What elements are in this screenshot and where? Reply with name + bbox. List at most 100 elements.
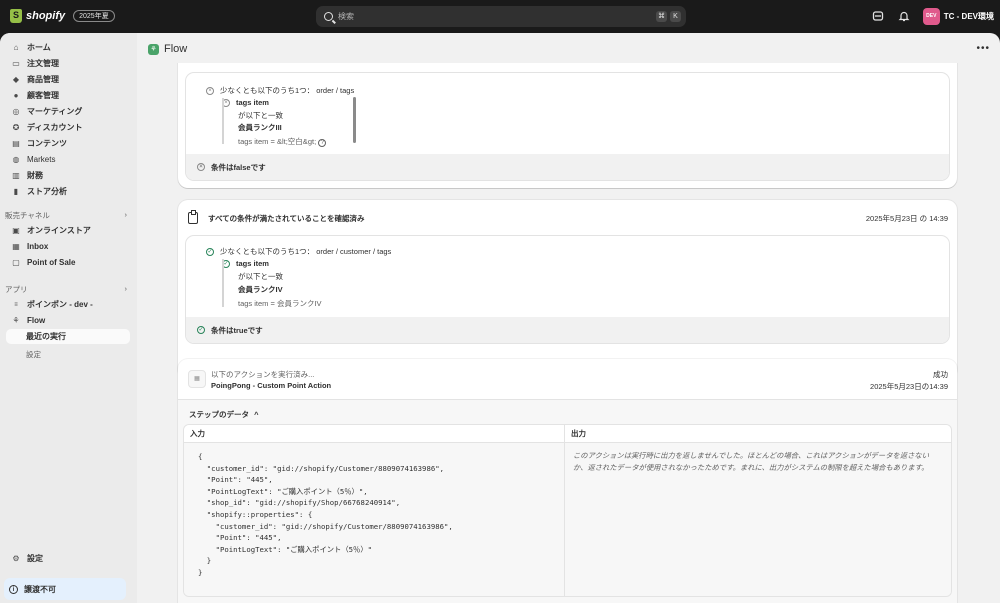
- action-name: PoingPong - Custom Point Action: [211, 381, 332, 390]
- output-header: 出力: [565, 425, 951, 443]
- store-switch-icon[interactable]: [871, 10, 885, 24]
- inbox-icon: ▭: [12, 59, 20, 68]
- condition-card-true: すべての条件が満たされていることを確認済み 2025年5月23日 の 14:39…: [178, 200, 957, 379]
- info-icon: i: [9, 584, 18, 594]
- sidebar-item-orders[interactable]: ▭ 注文管理: [6, 56, 130, 71]
- discount-icon: ✪: [12, 123, 20, 132]
- condition-nested-line: [222, 98, 238, 144]
- chat-icon: ▦: [12, 242, 20, 251]
- globe-icon: ◍: [12, 155, 20, 164]
- sidebar-item-pos[interactable]: ▢ Point of Sale: [6, 255, 130, 270]
- card-header: すべての条件が満たされていることを確認済み: [188, 210, 365, 224]
- shortcut-k-key: K: [670, 11, 681, 22]
- sidebar-item-label: 財務: [27, 171, 43, 180]
- condition-result-text: 条件はfalseです: [211, 162, 266, 172]
- condition-operator: が以下と一致: [238, 111, 283, 120]
- sidebar-item-flow-settings[interactable]: 設定: [26, 349, 41, 360]
- search-bar[interactable]: 検索 ⌘ K: [316, 6, 686, 27]
- sidebar-item-label: 注文管理: [27, 59, 59, 68]
- sidebar-item-content[interactable]: ▤ コンテンツ: [6, 136, 130, 151]
- condition-operator: が以下と一致: [238, 272, 283, 281]
- sidebar-item-label: オンラインストア: [27, 226, 91, 235]
- content-icon: ▤: [12, 139, 20, 148]
- card-timestamp: 2025年5月23日 の 14:39: [865, 214, 948, 223]
- section-title: アプリ: [5, 285, 28, 294]
- section-title: 販売チャネル: [5, 211, 50, 220]
- sidebar-item-inbox[interactable]: ▦ Inbox: [6, 239, 130, 254]
- bell-icon[interactable]: [897, 10, 911, 24]
- app-icon: ≡: [14, 301, 18, 308]
- brand-name: shopify: [26, 10, 66, 22]
- sidebar-item-finance[interactable]: ▥ 財務: [6, 168, 130, 183]
- more-actions-icon[interactable]: •••: [976, 43, 990, 54]
- x-circle-icon: ×: [206, 86, 214, 95]
- x-circle-icon: ×: [197, 163, 205, 171]
- sidebar-item-label: Inbox: [27, 242, 49, 251]
- condition-result-false: × 条件はfalseです: [186, 154, 949, 180]
- apps-header[interactable]: アプリ ›: [5, 284, 127, 295]
- shortcut-cmd-key: ⌘: [656, 11, 667, 22]
- step-data-toggle[interactable]: ステップのデータ ^: [189, 409, 258, 420]
- condition-result-true: ✓ 条件はtrueです: [186, 317, 949, 343]
- edition-badge: 2025年夏: [73, 10, 115, 22]
- condition-value: 会員ランクIII: [238, 123, 282, 132]
- page-header: ⚘ Flow: [148, 43, 187, 55]
- condition-card-false: × 少なくとも以下のうち1つ： order / tags × tags item…: [178, 63, 957, 188]
- condition-group-false: × 少なくとも以下のうち1つ： order / tags × tags item…: [186, 73, 949, 180]
- flow-icon: ⚘: [12, 316, 20, 325]
- step-io-box: 入力 出力 { "customer_id": "gid://shopify/Cu…: [183, 424, 952, 597]
- sidebar-item-label: Point of Sale: [27, 258, 76, 267]
- condition-expression: tags item = &lt;空白&gt; ?: [238, 136, 327, 147]
- sidebar-item-recent-runs[interactable]: 最近の実行: [6, 329, 130, 344]
- sidebar-item-settings[interactable]: ⚙ 設定: [6, 551, 130, 566]
- action-timestamp: 2025年5月23日の14:39: [870, 382, 948, 391]
- gear-icon: ⚙: [12, 554, 20, 563]
- flow-app-icon: ⚘: [148, 43, 159, 55]
- person-icon: ●: [13, 91, 19, 100]
- target-icon: ◎: [12, 107, 20, 116]
- condition-heading: ✓ 少なくとも以下のうち1つ： order / customer / tags: [206, 246, 391, 257]
- chevron-right-icon: ›: [124, 210, 128, 219]
- shopify-logo[interactable]: shopify 2025年夏: [10, 9, 115, 23]
- sidebar-item-label: ストア分析: [27, 187, 67, 196]
- condition-heading-text: 少なくとも以下のうち1つ： order / tags: [220, 86, 355, 95]
- sidebar-item-customers[interactable]: ● 顧客管理: [6, 88, 130, 103]
- card-title: すべての条件が満たされていることを確認済み: [208, 213, 365, 223]
- home-icon: ⌂: [13, 43, 19, 52]
- condition-item-title: tags item: [236, 98, 269, 107]
- input-header: 入力: [184, 425, 565, 443]
- app-placeholder-icon: ▦: [188, 370, 206, 388]
- nested-scrollbar[interactable]: [353, 97, 356, 143]
- sidebar-item-label: 商品管理: [27, 75, 59, 84]
- sidebar-item-label: 設定: [27, 554, 43, 563]
- sidebar-item-home[interactable]: ⌂ ホーム: [6, 40, 130, 55]
- search-icon: [324, 12, 333, 21]
- sidebar-item-flow[interactable]: ⚘ Flow: [6, 313, 130, 328]
- condition-expression-text: tags item = &lt;空白&gt;: [238, 137, 317, 146]
- condition-group-true: ✓ 少なくとも以下のうち1つ： order / customer / tags …: [186, 236, 949, 343]
- check-circle-icon: ✓: [206, 247, 214, 256]
- condition-nested-line: [222, 259, 238, 307]
- sales-channels-header[interactable]: 販売チャネル ›: [5, 210, 127, 221]
- sidebar-item-discounts[interactable]: ✪ ディスカウント: [6, 120, 130, 135]
- action-subtitle: 以下のアクションを実行済み...: [211, 370, 315, 379]
- sidebar-item-label: マーケティング: [27, 107, 83, 116]
- help-circle-icon[interactable]: ?: [318, 139, 327, 147]
- sidebar-item-markets[interactable]: ◍ Markets: [6, 152, 130, 167]
- sidebar-item-app-poinpon[interactable]: ≡ ポインポン - dev -: [6, 297, 130, 312]
- store-avatar[interactable]: DEV: [922, 8, 940, 25]
- sidebar-item-products[interactable]: ◆ 商品管理: [6, 72, 130, 87]
- sidebar-item-label: 顧客管理: [27, 91, 59, 100]
- sidebar-item-label: コンテンツ: [27, 139, 67, 148]
- action-card: ▦ 以下のアクションを実行済み... PoingPong - Custom Po…: [178, 359, 957, 603]
- clipboard-check-icon: [188, 210, 198, 224]
- condition-item-title: tags item: [236, 259, 269, 268]
- sidebar-item-marketing[interactable]: ◎ マーケティング: [6, 104, 130, 119]
- sidebar-item-online-store[interactable]: ▣ オンラインストア: [6, 223, 130, 238]
- sidebar-item-label: ポインポン - dev -: [27, 300, 93, 309]
- page-title: Flow: [164, 43, 188, 55]
- non-transferable-banner[interactable]: i 譲渡不可: [4, 578, 126, 600]
- sidebar-item-analytics[interactable]: ▮ ストア分析: [6, 184, 130, 199]
- store-name[interactable]: TC - DEV環境: [944, 11, 994, 22]
- sidebar-item-label: Markets: [27, 155, 56, 164]
